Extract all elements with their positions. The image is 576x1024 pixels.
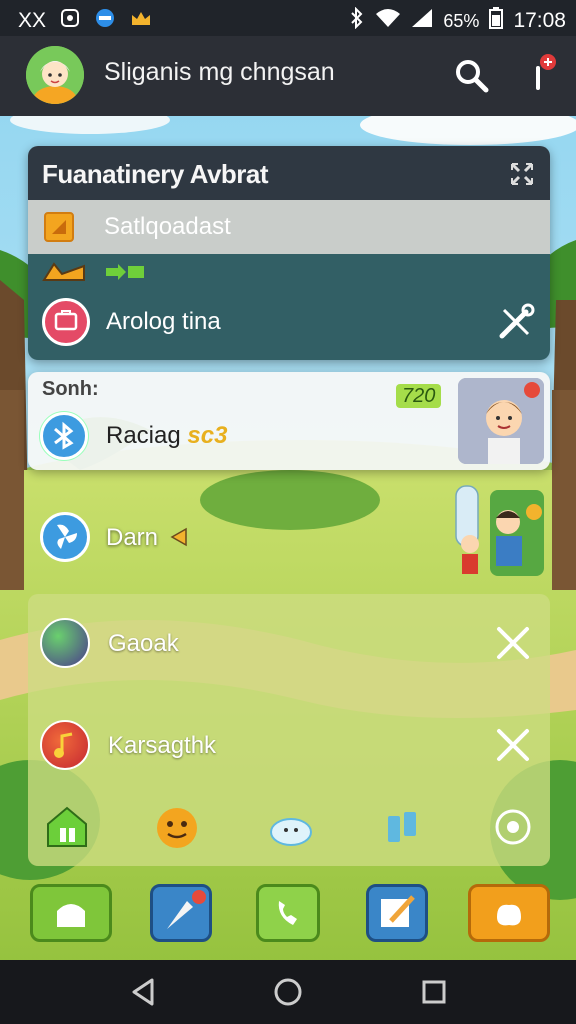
folder-icon bbox=[44, 212, 74, 242]
count-badge: 720 bbox=[396, 384, 442, 408]
fan-icon[interactable] bbox=[40, 512, 90, 562]
close-icon[interactable] bbox=[494, 726, 532, 764]
bluetooth-icon bbox=[349, 6, 365, 35]
music-note-icon bbox=[40, 720, 90, 770]
settings-circle-icon[interactable] bbox=[488, 802, 538, 852]
wifi-icon bbox=[375, 8, 401, 34]
status-bar-left: XX bbox=[18, 7, 152, 35]
primary-panel-body: Arolog tina bbox=[28, 254, 550, 360]
secondary-panel-row: Raciag sc3 bbox=[106, 422, 227, 450]
phone-icon[interactable] bbox=[256, 884, 320, 942]
recents-icon[interactable] bbox=[416, 974, 452, 1010]
status-bar-right: 65% 17:08 bbox=[349, 6, 566, 35]
messenger-icon bbox=[94, 7, 116, 35]
primary-panel-subheader[interactable]: Satlqoadast bbox=[28, 200, 550, 254]
arrow-left-icon bbox=[168, 526, 190, 548]
signal-icon bbox=[411, 8, 433, 34]
list-toolbar bbox=[28, 790, 550, 866]
crown-icon bbox=[130, 9, 152, 33]
secondary-panel-label: Sonh: bbox=[42, 378, 99, 400]
free-row-label[interactable]: Darn bbox=[106, 524, 158, 552]
primary-panel-row-label[interactable]: Arolog tina bbox=[106, 308, 221, 336]
avatar[interactable] bbox=[26, 46, 84, 104]
clock: 17:08 bbox=[513, 9, 566, 32]
chat-icon[interactable] bbox=[30, 884, 112, 942]
family-illustration bbox=[446, 482, 556, 586]
system-nav-bar bbox=[0, 960, 576, 1024]
rocket-icon[interactable] bbox=[150, 884, 212, 942]
primary-panel: Fuanatinery Avbrat Satlqoadast Arolog ti… bbox=[28, 146, 550, 360]
close-icon[interactable] bbox=[494, 624, 532, 662]
home-add-icon[interactable] bbox=[42, 802, 92, 852]
status-bar: XX 65% 17:08 bbox=[0, 0, 576, 36]
list-item-label[interactable]: Gaoak bbox=[108, 630, 179, 658]
tools-icon[interactable] bbox=[496, 302, 536, 342]
expand-collapse-icon[interactable] bbox=[508, 160, 536, 188]
character-thumbnail[interactable] bbox=[458, 378, 544, 464]
primary-panel-title: Fuanatinery Avbrat bbox=[42, 159, 269, 189]
primary-panel-header: Fuanatinery Avbrat bbox=[28, 146, 550, 200]
battery-icon bbox=[489, 7, 504, 35]
secondary-panel[interactable]: Sonh: Raciag sc3 720 bbox=[28, 372, 550, 470]
home-icon[interactable] bbox=[270, 974, 306, 1010]
back-icon[interactable] bbox=[126, 974, 162, 1010]
notification-icon bbox=[60, 8, 80, 34]
bluetooth-badge-icon bbox=[40, 412, 88, 460]
tag-orange-icon bbox=[40, 260, 88, 284]
carrier-label: XX bbox=[18, 9, 47, 32]
app-title: Sliganis mg chngsan bbox=[104, 58, 335, 86]
more-vert-icon[interactable] bbox=[526, 52, 562, 96]
secondary-panel-row-badge: sc3 bbox=[187, 422, 228, 449]
app-dock bbox=[0, 878, 576, 958]
gift-icon[interactable] bbox=[468, 884, 550, 942]
secondary-panel-row-label: Raciag bbox=[106, 422, 181, 449]
tag-green-icon bbox=[104, 260, 146, 284]
subheader-label: Satlqoadast bbox=[104, 213, 231, 240]
briefcase-icon bbox=[42, 298, 90, 346]
globe-icon bbox=[40, 618, 90, 668]
app-bar: Sliganis mg chngsan bbox=[0, 36, 576, 116]
compose-icon[interactable] bbox=[366, 884, 428, 942]
list-panel: Gaoak Karsagthk bbox=[28, 594, 550, 866]
book-icon[interactable] bbox=[378, 802, 428, 852]
cloud-icon[interactable] bbox=[266, 802, 316, 852]
smiley-icon[interactable] bbox=[152, 802, 202, 852]
search-icon[interactable] bbox=[452, 56, 492, 96]
battery-percent: 65% bbox=[443, 10, 480, 31]
list-item-label[interactable]: Karsagthk bbox=[108, 732, 216, 760]
